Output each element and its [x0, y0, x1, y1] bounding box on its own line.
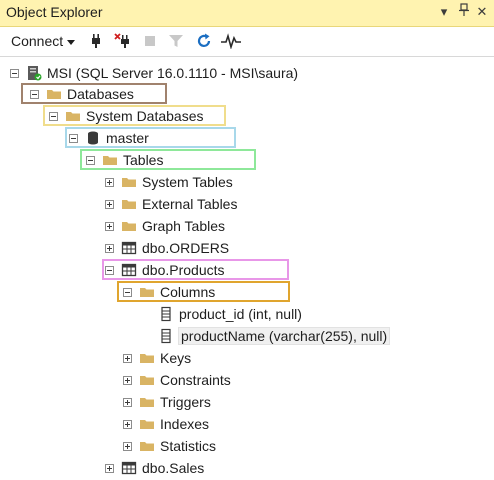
object-explorer-tree: MSI (SQL Server 16.0.1110 - MSI\saura) D…: [0, 57, 494, 480]
window-position-button[interactable]: ▾: [436, 3, 452, 21]
tree-node-keys[interactable]: Keys: [123, 347, 191, 369]
statistics-label: Statistics: [160, 438, 217, 454]
folder-icon: [122, 178, 136, 187]
connect-label: Connect: [11, 33, 64, 49]
tree-node-column-product-name[interactable]: productName (varchar(255), null): [158, 325, 391, 347]
expand-icon[interactable]: [123, 353, 132, 363]
server-label: MSI (SQL Server 16.0.1110 - MSI\saura): [47, 65, 299, 81]
activity-monitor-icon[interactable]: [220, 33, 242, 49]
collapse-icon[interactable]: [10, 68, 19, 78]
expand-icon[interactable]: [123, 419, 132, 429]
folder-icon: [103, 156, 117, 165]
connect-plug-icon[interactable]: [89, 33, 103, 49]
disconnect-icon[interactable]: [114, 33, 132, 49]
stop-icon[interactable]: [143, 33, 157, 49]
expand-icon[interactable]: [105, 243, 114, 253]
table-icon: [121, 241, 137, 255]
collapse-icon[interactable]: [49, 111, 58, 121]
constraints-label: Constraints: [160, 372, 231, 388]
system-databases-label: System Databases: [86, 108, 204, 124]
tree-node-external-tables[interactable]: External Tables: [105, 193, 237, 215]
folder-icon: [140, 288, 154, 297]
dbo-sales-label: dbo.Sales: [142, 460, 205, 476]
tree-node-constraints[interactable]: Constraints: [123, 369, 231, 391]
tree-node-tables[interactable]: Tables: [86, 149, 163, 171]
folder-icon: [140, 442, 154, 451]
connect-dropdown[interactable]: Connect: [11, 33, 76, 49]
folder-icon: [140, 354, 154, 363]
tree-node-server[interactable]: MSI (SQL Server 16.0.1110 - MSI\saura): [10, 62, 298, 84]
graph-tables-label: Graph Tables: [142, 218, 226, 234]
tree-node-graph-tables[interactable]: Graph Tables: [105, 215, 225, 237]
tree-node-dbo-orders[interactable]: dbo.ORDERS: [105, 237, 229, 259]
tables-label: Tables: [123, 152, 164, 168]
dbo-orders-label: dbo.ORDERS: [142, 240, 230, 256]
indexes-label: Indexes: [160, 416, 210, 432]
tree-node-statistics[interactable]: Statistics: [123, 435, 216, 457]
collapse-icon[interactable]: [30, 89, 39, 99]
folder-icon: [140, 398, 154, 407]
tree-node-system-tables[interactable]: System Tables: [105, 171, 233, 193]
system-tables-label: System Tables: [142, 174, 233, 190]
table-icon: [121, 461, 137, 475]
column-icon: [161, 328, 171, 344]
pin-icon: [459, 3, 469, 16]
collapse-icon[interactable]: [105, 265, 114, 275]
tree-node-dbo-sales[interactable]: dbo.Sales: [105, 457, 204, 479]
master-label: master: [106, 130, 149, 146]
tree-node-triggers[interactable]: Triggers: [123, 391, 211, 413]
panel-title: Object Explorer: [6, 4, 103, 20]
expand-icon[interactable]: [123, 441, 132, 451]
tree-node-columns[interactable]: Columns: [123, 281, 215, 303]
databases-label: Databases: [67, 86, 134, 102]
folder-icon: [66, 112, 80, 121]
external-tables-label: External Tables: [142, 196, 238, 212]
keys-label: Keys: [160, 350, 192, 366]
folder-icon: [140, 420, 154, 429]
tree-node-column-product-id[interactable]: product_id (int, null): [158, 303, 302, 325]
expand-icon[interactable]: [105, 199, 114, 209]
tree-node-dbo-products[interactable]: dbo.Products: [105, 259, 225, 281]
folder-icon: [122, 200, 136, 209]
object-explorer-titlebar: Object Explorer ▾ ✕: [0, 0, 494, 27]
columns-label: Columns: [160, 284, 216, 300]
expand-icon[interactable]: [105, 463, 114, 473]
column-product-name-label: productName (varchar(255), null): [177, 327, 391, 345]
triggers-label: Triggers: [160, 394, 211, 410]
expand-icon[interactable]: [105, 221, 114, 231]
refresh-icon[interactable]: [196, 33, 212, 49]
collapse-icon[interactable]: [86, 155, 95, 165]
expand-icon[interactable]: [105, 177, 114, 187]
dbo-products-label: dbo.Products: [142, 262, 225, 278]
server-connected-icon: [28, 66, 42, 81]
tree-node-system-databases[interactable]: System Databases: [49, 105, 204, 127]
expand-icon[interactable]: [123, 375, 132, 385]
folder-icon: [122, 222, 136, 231]
folder-icon: [47, 90, 61, 99]
auto-hide-pin-button[interactable]: [456, 3, 472, 21]
column-icon: [161, 306, 171, 322]
expand-icon[interactable]: [123, 397, 132, 407]
chevron-down-icon: [67, 39, 76, 45]
collapse-icon[interactable]: [69, 133, 78, 143]
folder-icon: [140, 376, 154, 385]
tree-node-master[interactable]: master: [69, 127, 149, 149]
table-icon: [121, 263, 137, 277]
tree-node-databases[interactable]: Databases: [30, 83, 134, 105]
filter-icon[interactable]: [168, 33, 184, 49]
object-explorer-toolbar: Connect: [0, 27, 494, 57]
tree-node-indexes[interactable]: Indexes: [123, 413, 209, 435]
close-button[interactable]: ✕: [474, 3, 490, 21]
collapse-icon[interactable]: [123, 287, 132, 297]
database-icon: [88, 131, 98, 145]
column-product-id-label: product_id (int, null): [179, 306, 302, 322]
